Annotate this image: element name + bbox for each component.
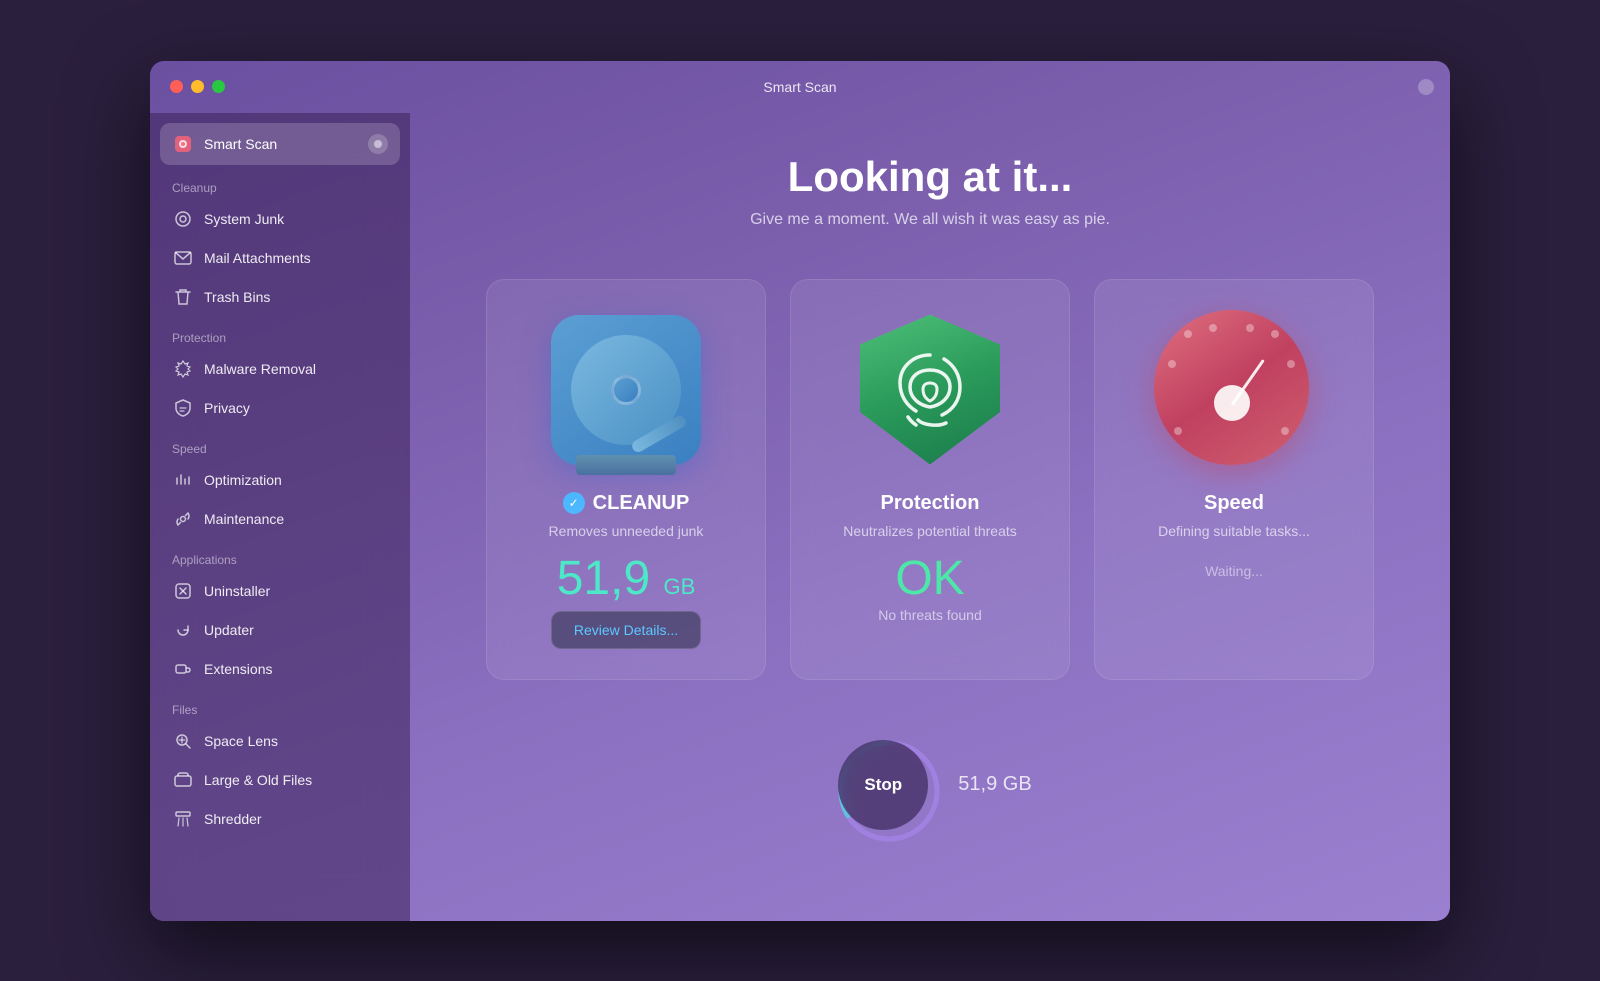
sidebar-label-extensions: Extensions (204, 661, 272, 677)
cleanup-stat-value: 51,9 (557, 552, 650, 605)
protection-card-title: Protection (881, 492, 980, 515)
page-subtitle: Give me a moment. We all wish it was eas… (750, 211, 1110, 229)
section-label-files: Files (150, 689, 410, 721)
sidebar-item-maintenance[interactable]: Maintenance (160, 500, 400, 538)
fingerprint-svg (888, 345, 973, 435)
protection-icon-wrapper (850, 310, 1010, 470)
protection-card-subtitle: Neutralizes potential threats (843, 523, 1017, 539)
optimization-icon (172, 469, 194, 491)
sidebar-item-trash-bins[interactable]: Trash Bins (160, 278, 400, 316)
sidebar-item-smart-scan[interactable]: Smart Scan (160, 123, 400, 165)
large-files-icon (172, 769, 194, 791)
smart-scan-badge (368, 134, 388, 154)
window-title: Smart Scan (763, 79, 836, 95)
extensions-icon (172, 658, 194, 680)
cleanup-card: ✓ CLEANUP Removes unneeded junk 51,9 GB … (486, 279, 766, 680)
privacy-icon (172, 397, 194, 419)
uninstaller-icon (172, 580, 194, 602)
cleanup-disk-icon (551, 315, 701, 465)
maximize-button[interactable] (212, 80, 225, 93)
sidebar-item-extensions[interactable]: Extensions (160, 650, 400, 688)
sidebar-label-updater: Updater (204, 622, 254, 638)
close-button[interactable] (170, 80, 183, 93)
maintenance-icon (172, 508, 194, 530)
sidebar-item-malware-removal[interactable]: Malware Removal (160, 350, 400, 388)
mail-icon (172, 247, 194, 269)
sidebar-label-shredder: Shredder (204, 811, 262, 827)
malware-icon (172, 358, 194, 380)
protection-stat: OK (895, 555, 964, 603)
shredder-icon (172, 808, 194, 830)
title-bar: Smart Scan (150, 61, 1450, 113)
sidebar-label-smart-scan: Smart Scan (204, 136, 277, 152)
sidebar-label-space-lens: Space Lens (204, 733, 278, 749)
speed-card: Speed Defining suitable tasks... Waiting… (1094, 279, 1374, 680)
sidebar-label-uninstaller: Uninstaller (204, 583, 270, 599)
content-area: Smart Scan Cleanup System Junk (150, 113, 1450, 921)
cards-row: ✓ CLEANUP Removes unneeded junk 51,9 GB … (440, 279, 1420, 680)
cleanup-stat-unit: GB (663, 574, 695, 599)
sidebar-item-mail-attachments[interactable]: Mail Attachments (160, 239, 400, 277)
sidebar-label-malware-removal: Malware Removal (204, 361, 316, 377)
sidebar-label-mail-attachments: Mail Attachments (204, 250, 311, 266)
cleanup-icon-wrapper (546, 310, 706, 470)
trash-icon (172, 286, 194, 308)
speed-card-subtitle: Defining suitable tasks... (1158, 523, 1310, 539)
section-label-protection: Protection (150, 317, 410, 349)
protection-card: Protection Neutralizes potential threats… (790, 279, 1070, 680)
main-content: Looking at it... Give me a moment. We al… (410, 113, 1450, 921)
sidebar-label-system-junk: System Junk (204, 211, 284, 227)
cleanup-stat: 51,9 GB (557, 555, 696, 603)
protection-shield-icon (850, 310, 1010, 470)
review-details-button[interactable]: Review Details... (551, 611, 701, 649)
section-label-speed: Speed (150, 428, 410, 460)
smart-scan-icon (172, 133, 194, 155)
sidebar-item-space-lens[interactable]: Space Lens (160, 722, 400, 760)
stop-progress-ring: Stop (828, 730, 938, 840)
updater-icon (172, 619, 194, 641)
cleanup-card-subtitle: Removes unneeded junk (549, 523, 704, 539)
page-title: Looking at it... (788, 153, 1073, 201)
sidebar-item-updater[interactable]: Updater (160, 611, 400, 649)
system-junk-icon (172, 208, 194, 230)
minimize-button[interactable] (191, 80, 204, 93)
sidebar-label-maintenance: Maintenance (204, 511, 284, 527)
traffic-lights (170, 80, 225, 93)
sidebar-item-optimization[interactable]: Optimization (160, 461, 400, 499)
sidebar-item-large-old-files[interactable]: Large & Old Files (160, 761, 400, 799)
speed-card-title: Speed (1204, 492, 1264, 515)
sidebar-label-large-old-files: Large & Old Files (204, 772, 312, 788)
speed-gauge-icon (1154, 310, 1314, 470)
app-window: Smart Scan Smart Scan Cl (150, 61, 1450, 921)
sidebar-label-trash-bins: Trash Bins (204, 289, 270, 305)
speed-icon-wrapper (1154, 310, 1314, 470)
speed-title-row: Speed (1204, 492, 1264, 515)
sidebar-item-uninstaller[interactable]: Uninstaller (160, 572, 400, 610)
stop-row: Stop 51,9 GB (828, 730, 1031, 840)
space-lens-icon (172, 730, 194, 752)
sidebar: Smart Scan Cleanup System Junk (150, 113, 410, 921)
sidebar-label-privacy: Privacy (204, 400, 250, 416)
cleanup-card-title: CLEANUP (593, 492, 690, 515)
sidebar-item-shredder[interactable]: Shredder (160, 800, 400, 838)
sidebar-item-privacy[interactable]: Privacy (160, 389, 400, 427)
sidebar-label-optimization: Optimization (204, 472, 282, 488)
stop-button[interactable]: Stop (838, 740, 928, 830)
window-action-button[interactable] (1418, 79, 1434, 95)
section-label-applications: Applications (150, 539, 410, 571)
cleanup-title-row: ✓ CLEANUP (563, 492, 690, 515)
stop-size-label: 51,9 GB (958, 773, 1031, 796)
protection-stat-sub: No threats found (878, 607, 982, 623)
sidebar-item-system-junk[interactable]: System Junk (160, 200, 400, 238)
section-label-cleanup: Cleanup (150, 167, 410, 199)
speed-waiting-label: Waiting... (1205, 563, 1263, 579)
protection-title-row: Protection (881, 492, 980, 515)
cleanup-check-icon: ✓ (563, 492, 585, 514)
